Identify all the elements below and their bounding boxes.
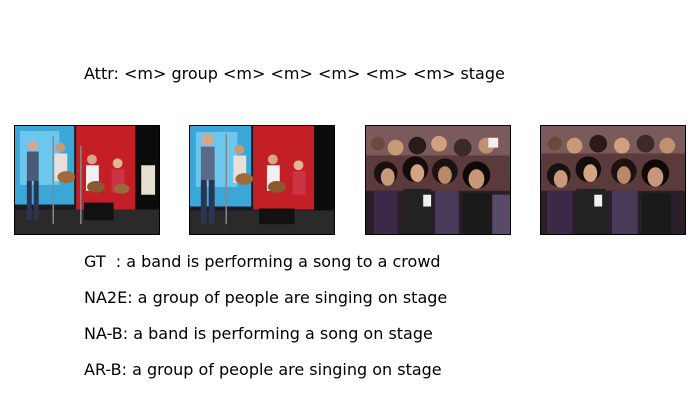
video-frame-2 [189, 125, 335, 235]
attribute-line: Attr: <m> group <m> <m> <m> <m> <m> stag… [84, 64, 505, 83]
crowd-image [541, 126, 685, 234]
video-frame-1 [14, 125, 160, 235]
caption-gt: GT : a band is performing a song to a cr… [84, 252, 441, 271]
caption-ar-b: AR-B: a group of people are singing on s… [84, 360, 442, 379]
crowd-image [366, 126, 510, 234]
band-stage-image [15, 126, 159, 234]
caption-na2e: NA2E: a group of people are singing on s… [84, 288, 448, 307]
video-frame-4 [540, 125, 686, 235]
caption-na-b: NA-B: a band is performing a song on sta… [84, 324, 433, 343]
band-stage-image [190, 126, 334, 234]
video-frame-3 [365, 125, 511, 235]
